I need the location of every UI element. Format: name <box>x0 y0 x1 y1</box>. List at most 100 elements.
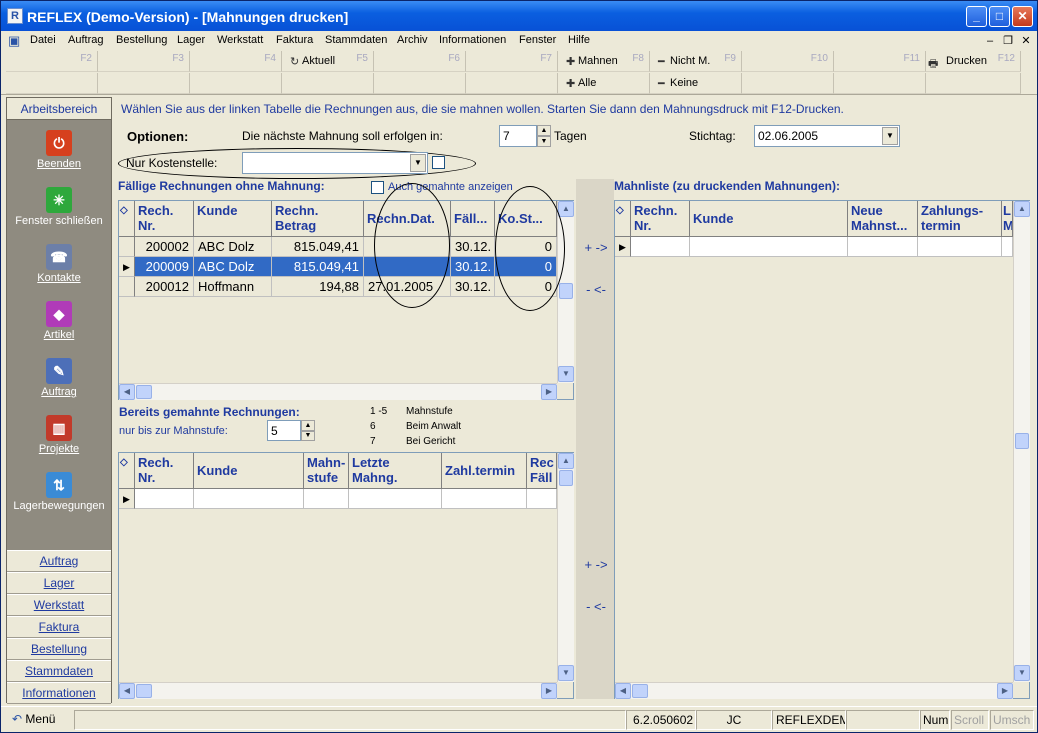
f2-button[interactable]: F2 <box>6 51 98 72</box>
sidebar-button-faktura[interactable]: Faktura <box>7 616 111 638</box>
f4-alt-button[interactable] <box>190 73 282 94</box>
next-mahnung-input[interactable]: 7 <box>499 125 537 147</box>
row-pointer-icon[interactable]: ▶ <box>615 237 631 257</box>
col-letzte-mahnung[interactable]: Letzte Mahng. <box>349 453 442 489</box>
sidebar-item-kontakte[interactable]: ☎ Kontakte <box>7 244 111 284</box>
scroll-left-icon[interactable]: ◀ <box>119 384 135 400</box>
f7-button[interactable]: F7 <box>466 51 558 72</box>
sidebar-button-auftrag[interactable]: Auftrag <box>7 550 111 572</box>
scroll-up-icon[interactable]: ▲ <box>558 453 574 469</box>
f6-alt-button[interactable] <box>374 73 466 94</box>
scroll-thumb[interactable] <box>559 470 573 486</box>
aktuell-button[interactable]: ↻ Aktuell F5 <box>282 51 374 72</box>
gemahnt-vscroll[interactable]: ▲ ▼ <box>557 453 574 682</box>
f11-button[interactable]: F11 <box>834 51 926 72</box>
f5-alt-button[interactable] <box>282 73 374 94</box>
mahnliste-hscroll[interactable]: ◀ ▶ <box>615 682 1013 699</box>
menu-lager[interactable]: Lager <box>177 34 205 46</box>
drucken-button[interactable]: 🖶 Drucken F12 <box>926 51 1021 72</box>
sidebar-button-werkstatt[interactable]: Werkstatt <box>7 594 111 616</box>
select-all-icon[interactable]: ◇ <box>615 201 631 237</box>
col-rech-nr[interactable]: Rech. Nr. <box>135 453 194 489</box>
menu-button[interactable]: ↶ Menü <box>6 710 72 730</box>
table-row[interactable]: 200012 Hoffmann 194,88 27.01.2005 30.12.… <box>119 277 557 297</box>
sidebar-item-beenden[interactable]: ⏻ Beenden <box>7 130 111 170</box>
scroll-down-icon[interactable]: ▼ <box>558 665 574 681</box>
sidebar-item-auftrag[interactable]: ✎ Auftrag <box>7 358 111 398</box>
menu-auftrag[interactable]: Auftrag <box>68 34 103 46</box>
col-rech-nr[interactable]: Rech. Nr. <box>135 201 194 237</box>
app-menu-icon[interactable]: ▣ <box>8 33 24 49</box>
alle-button[interactable]: ✚ Alle <box>558 73 650 94</box>
stichtag-select[interactable]: 02.06.2005 ▼ <box>754 125 900 147</box>
f6-button[interactable]: F6 <box>374 51 466 72</box>
select-all-icon[interactable]: ◇ <box>119 201 135 237</box>
menu-fenster[interactable]: Fenster <box>519 34 556 46</box>
f3-button[interactable]: F3 <box>98 51 190 72</box>
sidebar-item-projekte[interactable]: ▥ Projekte <box>7 415 111 455</box>
spin-down-icon[interactable]: ▼ <box>537 136 551 147</box>
col-neue-mahnstufe[interactable]: Neue Mahnst... <box>848 201 918 237</box>
f10-alt-button[interactable] <box>742 73 834 94</box>
scroll-right-icon[interactable]: ▶ <box>541 384 557 400</box>
col-kunde[interactable]: Kunde <box>690 201 848 237</box>
nicht-mahnen-button[interactable]: ━ Nicht M. F9 <box>650 51 742 72</box>
scroll-right-icon[interactable]: ▶ <box>997 683 1013 699</box>
row-header[interactable] <box>119 237 135 257</box>
menu-faktura[interactable]: Faktura <box>276 34 313 46</box>
spin-up-icon[interactable]: ▲ <box>301 420 315 431</box>
chevron-down-icon[interactable]: ▼ <box>882 127 898 145</box>
scroll-thumb[interactable] <box>559 283 573 299</box>
sidebar-button-lager[interactable]: Lager <box>7 572 111 594</box>
mahnen-button[interactable]: ✚ Mahnen F8 <box>558 51 650 72</box>
col-faellig[interactable]: Fäll... <box>451 201 495 237</box>
maximize-button[interactable]: □ <box>989 6 1010 27</box>
remove-gemahnt-button[interactable]: - <- <box>576 599 616 614</box>
scroll-up-icon[interactable]: ▲ <box>558 201 574 217</box>
sidebar-button-stammdaten[interactable]: Stammdaten <box>7 660 111 682</box>
gemahnt-hscroll[interactable]: ◀ ▶ <box>119 682 557 699</box>
col-zahlungstermin[interactable]: Zahlungs- termin <box>918 201 1002 237</box>
add-gemahnt-button[interactable]: + -> <box>576 557 616 572</box>
scroll-left-icon[interactable]: ◀ <box>119 683 135 699</box>
keine-button[interactable]: ━ Keine <box>650 73 742 94</box>
menu-archiv[interactable]: Archiv <box>397 34 428 46</box>
table-row-selected[interactable]: ▶ 200009 ABC Dolz 815.049,41 30.12. 0 <box>119 257 557 277</box>
minimize-button[interactable]: _ <box>966 6 987 27</box>
menu-informationen[interactable]: Informationen <box>439 34 506 46</box>
chevron-down-icon[interactable]: ▼ <box>410 154 426 172</box>
f7-alt-button[interactable] <box>466 73 558 94</box>
sidebar-item-fenster-schliessen[interactable]: ✳ Fenster schließen <box>7 187 111 227</box>
kostenstelle-checkbox[interactable] <box>432 156 445 169</box>
scroll-thumb[interactable] <box>136 684 152 698</box>
menu-stammdaten[interactable]: Stammdaten <box>325 34 387 46</box>
f4-button[interactable]: F4 <box>190 51 282 72</box>
f12-alt-button[interactable] <box>926 73 1021 94</box>
spin-down-icon[interactable]: ▼ <box>301 431 315 441</box>
menu-werkstatt[interactable]: Werkstatt <box>217 34 263 46</box>
scroll-thumb[interactable] <box>136 385 152 399</box>
table-row[interactable]: 200002 ABC Dolz 815.049,41 30.12. 0 <box>119 237 557 257</box>
sidebar-button-informationen[interactable]: Informationen <box>7 682 111 704</box>
select-all-icon[interactable]: ◇ <box>119 453 135 489</box>
sidebar-item-lagerbewegungen[interactable]: ⇅ Lagerbewegungen <box>7 472 111 512</box>
sidebar-item-artikel[interactable]: ◆ Artikel <box>7 301 111 341</box>
mdi-restore-icon[interactable]: ❐ <box>1001 34 1015 48</box>
mdi-minimize-icon[interactable]: – <box>983 34 997 48</box>
f10-button[interactable]: F10 <box>742 51 834 72</box>
menu-hilfe[interactable]: Hilfe <box>568 34 590 46</box>
close-button[interactable]: ✕ <box>1012 6 1033 27</box>
col-rechn-nr[interactable]: Rechn. Nr. <box>631 201 690 237</box>
scroll-down-icon[interactable]: ▼ <box>558 366 574 382</box>
auch-gemahnte-checkbox[interactable] <box>371 181 384 194</box>
col-mahnstufe[interactable]: Mahn- stufe <box>304 453 349 489</box>
mahnliste-vscroll[interactable]: ▲ ▼ <box>1013 201 1030 682</box>
table-row[interactable]: ▶ <box>615 237 1013 257</box>
scroll-thumb[interactable] <box>632 684 648 698</box>
remove-from-mahnliste-button[interactable]: - <- <box>576 282 616 297</box>
scroll-up-icon[interactable]: ▲ <box>1014 201 1030 217</box>
f2-alt-button[interactable] <box>6 73 98 94</box>
col-kunde[interactable]: Kunde <box>194 201 272 237</box>
kostenstelle-select[interactable]: ▼ <box>242 152 428 174</box>
scroll-right-icon[interactable]: ▶ <box>541 683 557 699</box>
